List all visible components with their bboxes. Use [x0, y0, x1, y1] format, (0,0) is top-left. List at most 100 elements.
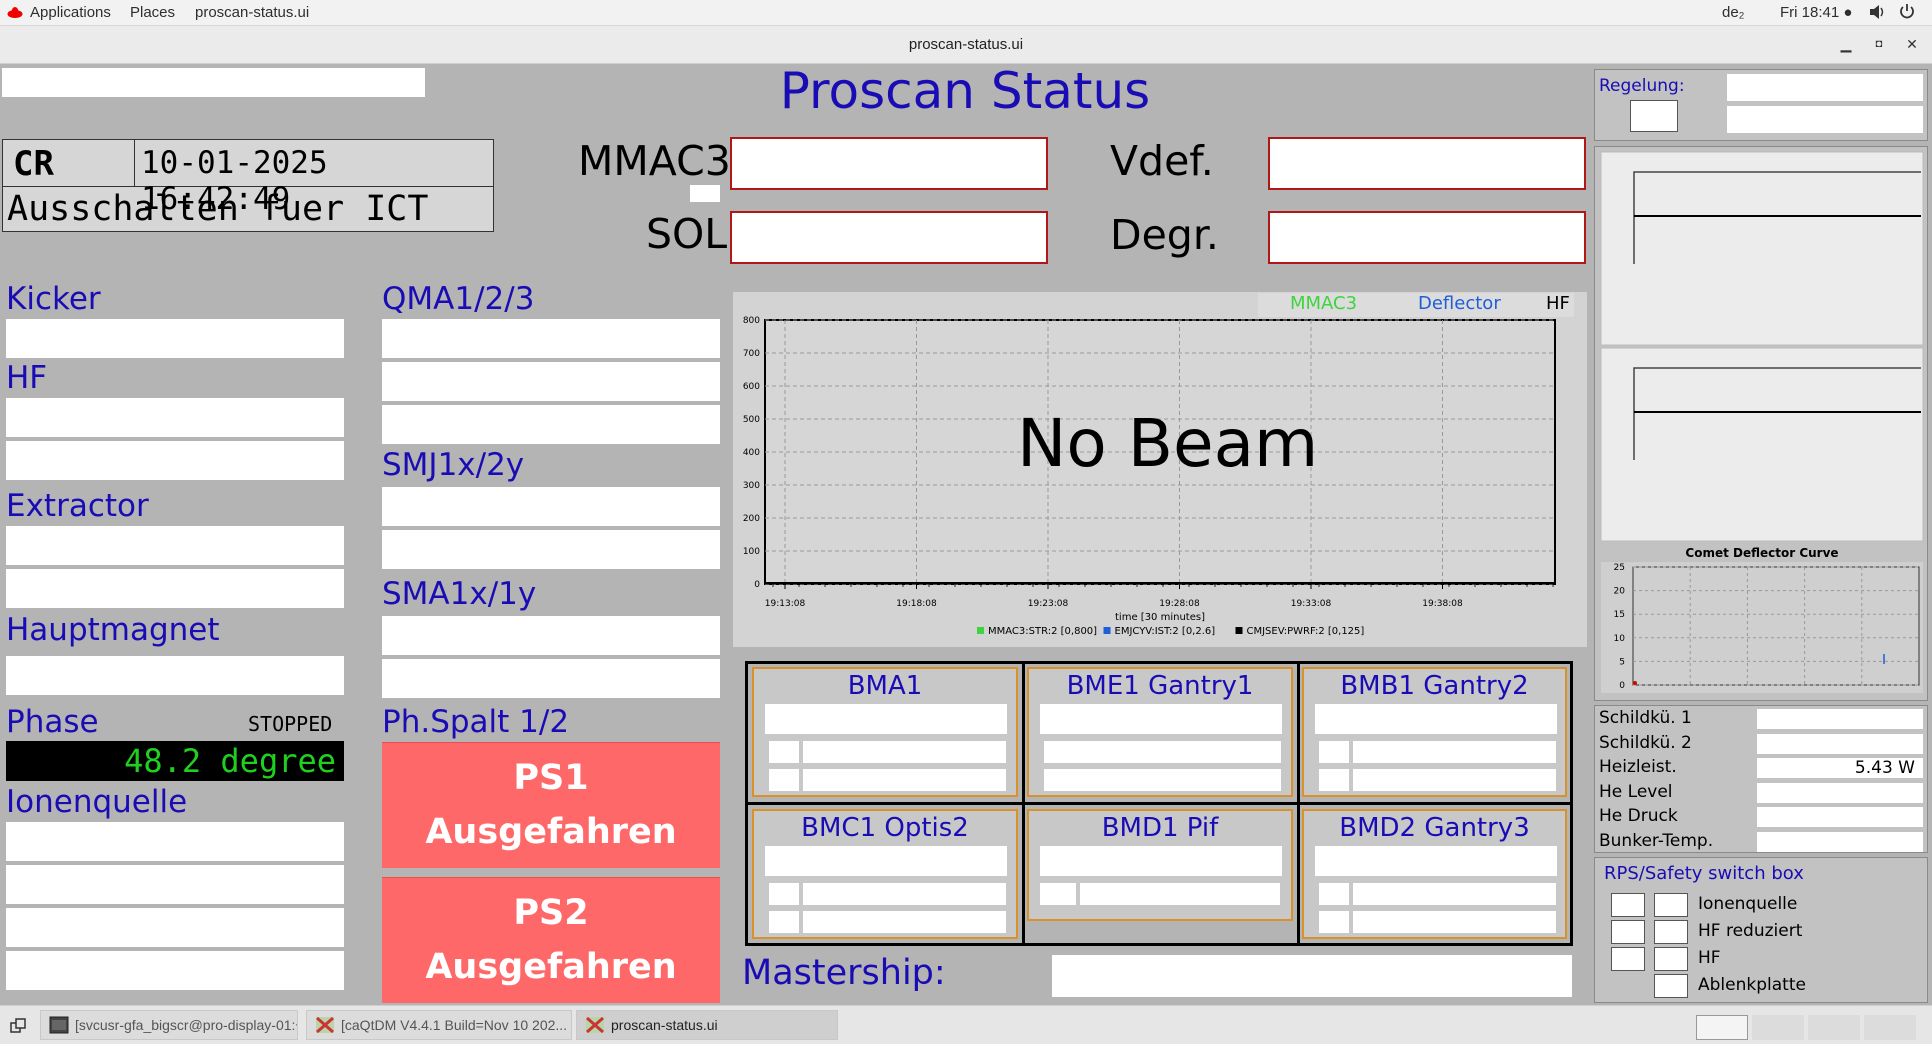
stat-value: 5.43 W — [1757, 758, 1923, 778]
legend-swatch — [1103, 627, 1111, 634]
bmd2-title: BMD2 Gantry3 — [1339, 813, 1530, 843]
bmd2-sub-a — [1319, 883, 1349, 905]
ps2-label: PS2 — [513, 893, 589, 933]
bmd1-sub-b — [1080, 883, 1280, 905]
y-tick-label: 25 — [1614, 563, 1625, 573]
redhat-logo-icon — [7, 5, 23, 19]
rps-item-label: Ionenquelle — [1698, 894, 1798, 914]
beam-monitor-grid: BMA1 BME1 Gantry1 BMB1 Gantry2 BMC1 Opti… — [745, 661, 1573, 946]
taskbar-caqtdm[interactable]: [caQtDM V4.4.1 Build=Nov 10 202... — [306, 1010, 572, 1040]
y-tick-label: 300 — [743, 481, 760, 491]
rps-switch-b — [1654, 893, 1688, 917]
bmd1-title: BMD1 Pif — [1101, 813, 1219, 843]
ionenquelle-field-4 — [6, 951, 344, 990]
rps-item-label: HF reduziert — [1698, 921, 1803, 941]
grid-divider — [748, 802, 1570, 805]
tab-mmac3[interactable]: MMAC3 — [1290, 293, 1357, 314]
smj-field-2 — [382, 530, 720, 569]
bmc1-monitor: BMC1 Optis2 — [752, 809, 1018, 939]
y-tick-label: 200 — [743, 514, 760, 524]
bmb1-sub-d — [1353, 769, 1556, 791]
extractor-label: Extractor — [6, 488, 149, 524]
bmc1-field — [765, 846, 1007, 876]
degr-field — [1268, 211, 1586, 264]
tab-hf[interactable]: HF — [1546, 293, 1570, 314]
qma-label: QMA1/2/3 — [382, 281, 535, 317]
maximize-icon[interactable]: ◘ — [1869, 34, 1889, 54]
extractor-field-1 — [6, 526, 344, 565]
legend-entry: MMAC3:STR:2 [0,800] — [988, 626, 1097, 637]
ps1-state: Ausgefahren — [425, 812, 677, 852]
mini-plot-1 — [1600, 151, 1924, 346]
regelung-label: Regelung: — [1599, 76, 1685, 96]
phase-label: Phase — [6, 704, 99, 740]
y-tick-label: 10 — [1614, 634, 1626, 644]
workspace-2[interactable] — [1752, 1015, 1804, 1040]
close-icon[interactable]: ✕ — [1902, 34, 1922, 54]
hauptmagnet-field — [6, 656, 344, 695]
mastership-label: Mastership: — [742, 953, 946, 993]
mmac3-small-field — [690, 185, 720, 202]
bme1-monitor: BME1 Gantry1 — [1027, 667, 1293, 797]
x-tick-label: 19:18:08 — [896, 599, 937, 609]
stat-label: Schildkü. 1 — [1599, 708, 1692, 728]
vdef-label: Vdef. — [1110, 137, 1214, 185]
bma1-sub-c — [769, 769, 799, 791]
sol-field — [730, 211, 1048, 264]
y-tick-label: 600 — [743, 382, 760, 392]
stat-label: He Level — [1599, 781, 1673, 802]
taskbar-terminal-label: [svcusr-gfa_bigscr@pro-display-01:~] — [75, 1017, 298, 1033]
bmb1-monitor: BMB1 Gantry2 — [1302, 667, 1567, 797]
legend-swatch — [1235, 627, 1243, 634]
ps1-status-button[interactable]: PS1 Ausgefahren — [382, 742, 720, 868]
bmb1-sub-c — [1319, 769, 1349, 791]
x-tick-label: 19:13:08 — [765, 599, 806, 609]
rps-switch-a — [1611, 920, 1645, 944]
bmd2-sub-d — [1353, 911, 1556, 933]
stat-value — [1757, 782, 1923, 803]
phase-state: STOPPED — [248, 712, 333, 736]
taskbar-caqtdm-label: [caQtDM V4.4.1 Build=Nov 10 202... — [341, 1017, 568, 1033]
bmd2-monitor: BMD2 Gantry3 — [1302, 809, 1567, 939]
bmc1-sub-c — [769, 911, 799, 933]
cr-message: Ausschalten fuer ICT — [7, 189, 429, 229]
rps-switch-b — [1654, 974, 1688, 998]
volume-icon[interactable] — [1868, 3, 1886, 25]
workspace-1[interactable] — [1696, 1015, 1748, 1040]
bmc1-sub-a — [769, 883, 799, 905]
keyboard-indicator[interactable]: de₂ — [1722, 4, 1745, 21]
stat-value — [1757, 831, 1923, 852]
bmd2-field — [1315, 846, 1557, 876]
clock[interactable]: Fri 18:41 ● — [1780, 4, 1852, 21]
places-menu[interactable]: Places — [130, 4, 175, 21]
y-tick-label: 400 — [743, 448, 760, 458]
minimize-icon[interactable]: ▁ — [1836, 34, 1856, 54]
active-app-menu[interactable]: proscan-status.ui — [195, 4, 309, 21]
rps-title: RPS/Safety switch box — [1604, 863, 1804, 884]
workspace-3[interactable] — [1808, 1015, 1860, 1040]
kicker-label: Kicker — [6, 281, 101, 317]
ionenquelle-field-2 — [6, 865, 344, 904]
y-tick-label: 5 — [1619, 657, 1625, 667]
ps2-status-button[interactable]: PS2 Ausgefahren — [382, 877, 720, 1003]
tab-deflector[interactable]: Deflector — [1418, 293, 1501, 314]
taskbar-proscan-label: proscan-status.ui — [611, 1017, 718, 1033]
bmb1-sub-b — [1353, 741, 1556, 763]
stat-value — [1757, 807, 1923, 827]
ionenquelle-field-3 — [6, 908, 344, 947]
applications-menu[interactable]: Applications — [30, 4, 111, 21]
phspalt-label: Ph.Spalt 1/2 — [382, 704, 570, 740]
bma1-monitor: BMA1 — [752, 667, 1018, 797]
x-tick-label: 19:38:08 — [1422, 599, 1463, 609]
taskbar-terminal[interactable]: [svcusr-gfa_bigscr@pro-display-01:~] — [40, 1010, 298, 1040]
workspace-4[interactable] — [1864, 1015, 1916, 1040]
bmd1-field — [1040, 846, 1282, 876]
mini-plot-2 — [1600, 347, 1924, 542]
hf-field-1 — [6, 398, 344, 437]
show-desktop-icon[interactable] — [8, 1016, 30, 1036]
cr-status-box: CR 10-01-2025 16:42:49 Ausschalten fuer … — [2, 139, 494, 232]
taskbar-proscan[interactable]: proscan-status.ui — [576, 1010, 838, 1040]
stat-label: Schildkü. 2 — [1599, 732, 1692, 753]
power-icon[interactable] — [1898, 3, 1916, 25]
bmb1-sub-a — [1319, 741, 1349, 763]
